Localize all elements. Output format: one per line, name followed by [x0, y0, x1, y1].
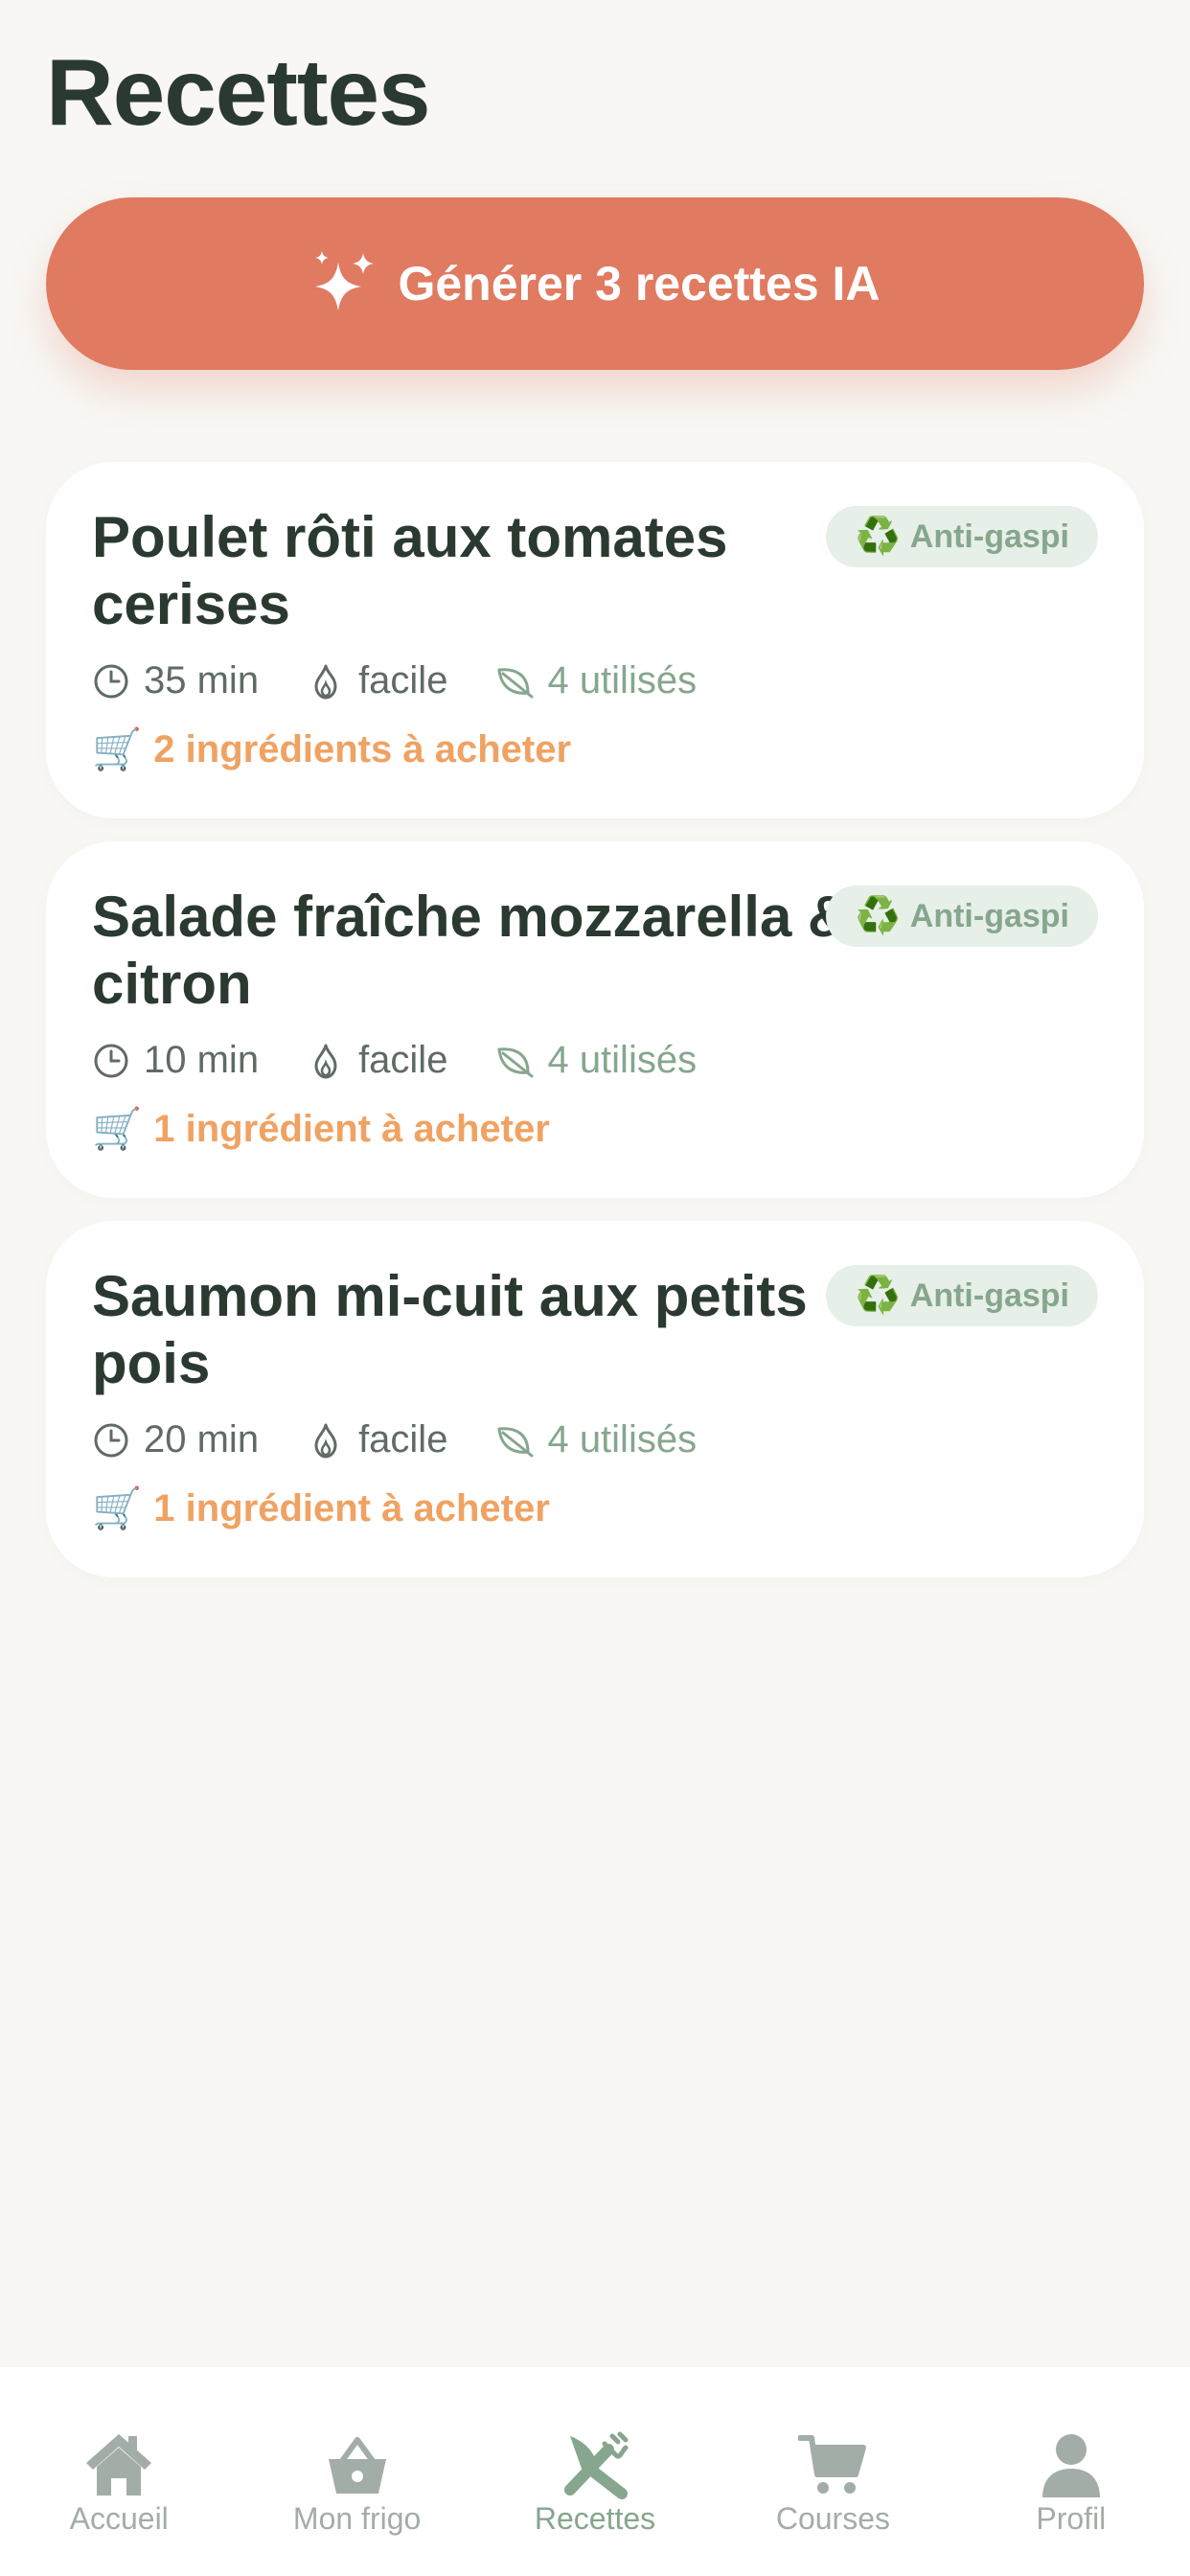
recipe-card[interactable]: Salade fraîche mozzarella & citron ♻️ An… [46, 841, 1144, 1198]
recipe-difficulty: facile [358, 1418, 448, 1460]
cart-icon: 🛒 [92, 726, 143, 771]
home-icon [86, 2434, 152, 2496]
page-title: Recettes [46, 39, 431, 145]
recipe-used-count: 4 utilisés [547, 1039, 698, 1081]
recipe-meta: 20 min facile 4 utilisés [92, 1418, 744, 1461]
nav-item-mon-frigo[interactable]: Mon frigo [238, 2367, 475, 2576]
nav-item-profil[interactable]: Profil [952, 2367, 1190, 2576]
cart-icon: 🛒 [92, 1485, 143, 1530]
recipe-title: Salade fraîche mozzarella & citron [92, 885, 850, 1016]
nav-label: Courses [775, 2501, 890, 2536]
generate-recipes-label: Générer 3 recettes IA [398, 257, 881, 310]
recipe-difficulty: facile [358, 659, 448, 702]
anti-gaspi-badge: ♻️ Anti-gaspi [826, 1265, 1098, 1326]
to-buy-label: 2 ingrédients à acheter [153, 728, 572, 770]
generate-recipes-button[interactable]: Générer 3 recettes IA [46, 197, 1144, 370]
recipe-difficulty: facile [358, 1039, 448, 1081]
recipe-used-count: 4 utilisés [547, 659, 698, 702]
recipe-meta: 10 min facile 4 utilisés [92, 1039, 744, 1082]
badge-label: Anti-gaspi [909, 1276, 1069, 1314]
recipe-time: 20 min [144, 1418, 260, 1460]
clock-icon [94, 664, 128, 698]
nav-item-courses[interactable]: Courses [714, 2367, 951, 2576]
recipe-time: 10 min [144, 1039, 260, 1081]
leaf-icon [497, 667, 534, 698]
clock-icon [94, 1044, 128, 1077]
recipe-card[interactable]: Poulet rôti aux tomates cerises ♻️ Anti-… [46, 462, 1144, 818]
to-buy-label: 1 ingrédient à acheter [153, 1487, 550, 1530]
to-buy-label: 1 ingrédient à acheter [153, 1108, 550, 1150]
cart-icon: 🛒 [92, 1106, 143, 1151]
badge-label: Anti-gaspi [909, 897, 1069, 934]
flame-icon [314, 1044, 337, 1078]
recipe-title: Saumon mi-cuit aux petits pois [92, 1264, 808, 1395]
anti-gaspi-badge: ♻️ Anti-gaspi [826, 506, 1098, 567]
recycle-icon: ♻️ [855, 517, 901, 557]
nav-item-recettes[interactable]: Recettes [476, 2367, 714, 2576]
badge-label: Anti-gaspi [909, 518, 1069, 555]
clock-icon [94, 1423, 128, 1457]
flame-icon [314, 664, 337, 699]
leaf-icon [497, 1426, 534, 1457]
ingredients-to-buy: 🛒 1 ingrédient à acheter [92, 1106, 550, 1153]
recipe-meta: 35 min facile 4 utilisés [92, 659, 744, 702]
recycle-icon: ♻️ [855, 1276, 901, 1316]
user-icon [1041, 2434, 1100, 2497]
nav-item-accueil[interactable]: Accueil [0, 2367, 238, 2576]
anti-gaspi-badge: ♻️ Anti-gaspi [826, 886, 1098, 947]
recipe-card[interactable]: Saumon mi-cuit aux petits pois ♻️ Anti-g… [46, 1221, 1144, 1577]
recipe-used-count: 4 utilisés [547, 1418, 698, 1460]
ingredients-to-buy: 🛒 2 ingrédients à acheter [92, 726, 571, 773]
recipe-time: 35 min [144, 659, 260, 702]
nav-label: Profil [1036, 2501, 1107, 2536]
flame-icon [314, 1423, 337, 1458]
ingredients-to-buy: 🛒 1 ingrédient à acheter [92, 1485, 550, 1532]
nav-label: Mon frigo [292, 2501, 422, 2536]
leaf-icon [497, 1046, 534, 1077]
cart-icon [798, 2435, 867, 2494]
nav-label: Accueil [69, 2501, 169, 2536]
basket-icon [328, 2437, 386, 2494]
utensils-icon [564, 2431, 629, 2499]
recipe-title: Poulet rôti aux tomates cerises [92, 505, 728, 636]
bottom-nav: Accueil Mon frigo Recettes Courses Profi… [0, 2367, 1190, 2576]
recycle-icon: ♻️ [855, 896, 901, 936]
sparkles-icon [315, 251, 375, 310]
nav-label: Recettes [534, 2501, 656, 2536]
